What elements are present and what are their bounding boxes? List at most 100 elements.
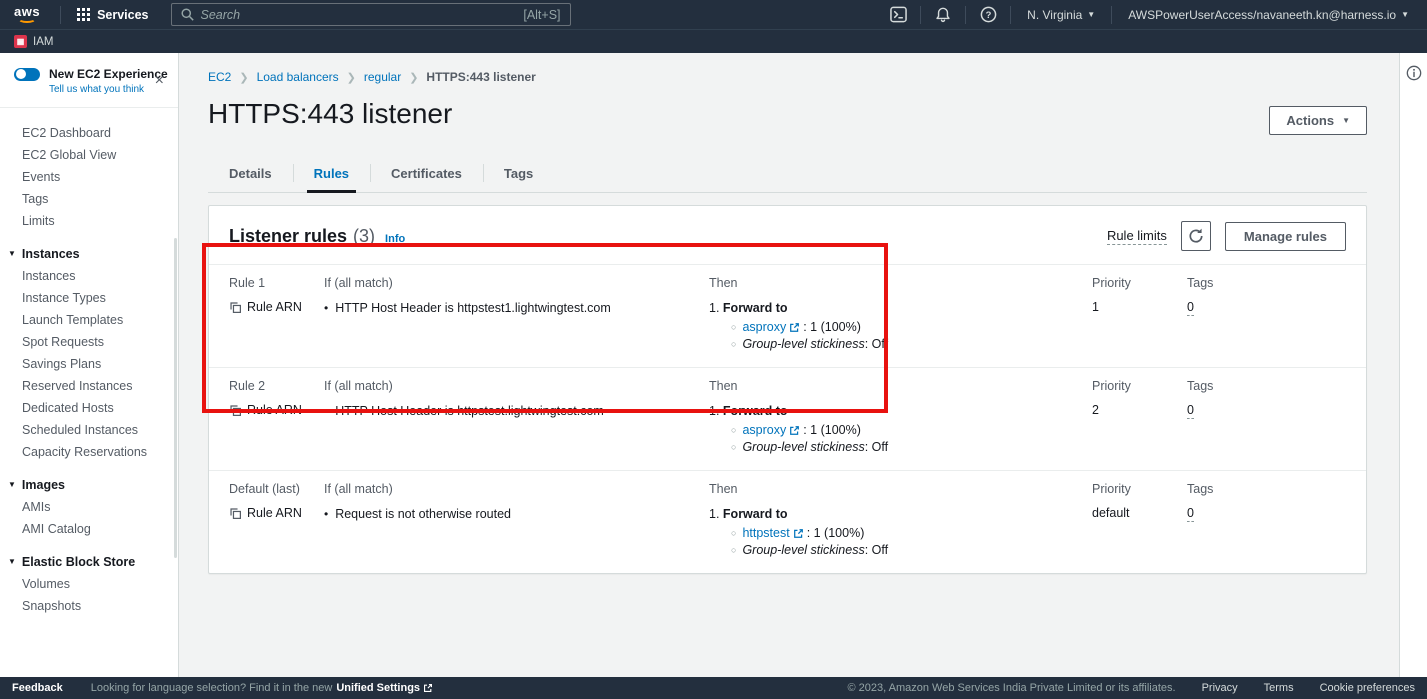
if-column-header: If (all match)	[324, 378, 709, 394]
privacy-link[interactable]: Privacy	[1202, 682, 1238, 694]
refresh-button[interactable]	[1181, 221, 1211, 251]
sidebar-item-snapshots[interactable]: Snapshots	[0, 595, 178, 617]
stickiness-label: Group-level stickiness	[742, 440, 864, 454]
tab-certificates[interactable]: Certificates	[370, 157, 483, 192]
info-link[interactable]: Info	[385, 233, 405, 245]
stickiness-value: : Off	[865, 337, 888, 351]
caret-down-icon: ▼	[8, 479, 16, 491]
search-shortcut-hint: [Alt+S]	[523, 8, 560, 22]
global-search-input[interactable]: Search [Alt+S]	[171, 3, 571, 26]
then-column-header: Then	[709, 481, 1092, 497]
aws-logo-swoosh	[18, 15, 36, 23]
sidebar-item-spot-requests[interactable]: Spot Requests	[0, 331, 178, 353]
sidebar-item-limits[interactable]: Limits	[0, 210, 178, 232]
tell-us-link[interactable]: Tell us what you think	[49, 84, 168, 95]
copy-icon[interactable]	[229, 404, 242, 417]
breadcrumb-regular[interactable]: regular	[364, 70, 401, 84]
priority-value: 2	[1092, 403, 1187, 417]
tags-count-link[interactable]: 0	[1187, 300, 1194, 316]
divider	[1111, 6, 1112, 24]
sidebar-scrollbar[interactable]	[174, 238, 177, 558]
priority-column-header: Priority	[1092, 275, 1187, 291]
sidebar-item-savings-plans[interactable]: Savings Plans	[0, 353, 178, 375]
tab-details[interactable]: Details	[208, 157, 293, 192]
target-group-link[interactable]: asproxy	[742, 319, 800, 335]
copy-icon[interactable]	[229, 507, 242, 520]
caret-down-icon: ▼	[8, 556, 16, 568]
sidebar-item-ec2-dashboard[interactable]: EC2 Dashboard	[0, 122, 178, 144]
favorite-iam-link[interactable]: ▦ IAM	[14, 35, 53, 48]
panel-title: Listener rules	[229, 226, 347, 247]
chevron-down-icon: ▼	[1087, 10, 1095, 19]
then-action: Forward to	[723, 301, 788, 315]
sidebar-item-reserved-instances[interactable]: Reserved Instances	[0, 375, 178, 397]
cloudshell-button[interactable]	[884, 0, 912, 29]
if-column-header: If (all match)	[324, 481, 709, 497]
close-icon[interactable]: ×	[155, 75, 164, 87]
breadcrumb-separator-icon: ❯	[409, 71, 418, 84]
tab-rules[interactable]: Rules	[293, 157, 370, 192]
rule-name: Rule 2	[229, 378, 324, 394]
sidebar-section-images[interactable]: ▼ Images	[0, 473, 178, 496]
services-menu-button[interactable]: Services	[69, 0, 156, 29]
sidebar-item-ec2-global-view[interactable]: EC2 Global View	[0, 144, 178, 166]
rule-arn: Rule ARN	[229, 403, 324, 417]
breadcrumb-separator-icon: ❯	[347, 71, 356, 84]
copy-icon[interactable]	[229, 301, 242, 314]
sidebar-item-volumes[interactable]: Volumes	[0, 573, 178, 595]
actions-button[interactable]: Actions ▼	[1269, 106, 1367, 135]
sidebar-item-instance-types[interactable]: Instance Types	[0, 287, 178, 309]
help-button[interactable]: ?	[974, 0, 1002, 29]
info-icon	[1406, 65, 1422, 81]
breadcrumb-ec2[interactable]: EC2	[208, 70, 231, 84]
sidebar-item-tags[interactable]: Tags	[0, 188, 178, 210]
sidebar-section-elastic-block-store[interactable]: ▼ Elastic Block Store	[0, 550, 178, 573]
sidebar-item-instances[interactable]: Instances	[0, 265, 178, 287]
bullet-icon: •	[324, 506, 328, 522]
rule-row-2: Rule 2 Rule ARN If (all match) •HTTP Hos…	[209, 367, 1366, 470]
cloudshell-terminal-icon	[890, 6, 907, 23]
notifications-button[interactable]	[929, 0, 957, 29]
sidebar-item-amis[interactable]: AMIs	[0, 496, 178, 518]
sidebar-section-instances[interactable]: ▼ Instances	[0, 242, 178, 265]
sidebar-item-ami-catalog[interactable]: AMI Catalog	[0, 518, 178, 540]
breadcrumb: EC2 ❯ Load balancers ❯ regular ❯ HTTPS:4…	[180, 53, 1399, 84]
region-selector[interactable]: N. Virginia ▼	[1019, 8, 1103, 22]
sidebar-item-scheduled-instances[interactable]: Scheduled Instances	[0, 419, 178, 441]
favorites-bar: ▦ IAM	[0, 29, 1427, 53]
tags-count-link[interactable]: 0	[1187, 403, 1194, 419]
target-group-link[interactable]: asproxy	[742, 422, 800, 438]
sidebar-nav-list: EC2 Dashboard EC2 Global View Events Tag…	[0, 108, 178, 617]
account-menu[interactable]: AWSPowerUserAccess/navaneeth.kn@harness.…	[1120, 8, 1417, 22]
page-title: HTTPS:443 listener	[208, 98, 452, 130]
ec2-sidebar: New EC2 Experience Tell us what you thin…	[0, 53, 179, 677]
stickiness-label: Group-level stickiness	[742, 337, 864, 351]
divider	[60, 6, 61, 24]
target-group-link[interactable]: httpstest	[742, 525, 803, 541]
search-placeholder: Search	[201, 8, 241, 22]
rule-limits-link[interactable]: Rule limits	[1107, 228, 1167, 245]
unified-settings-link[interactable]: Unified Settings	[336, 682, 433, 694]
sidebar-item-launch-templates[interactable]: Launch Templates	[0, 309, 178, 331]
sidebar-item-capacity-reservations[interactable]: Capacity Reservations	[0, 441, 178, 463]
stickiness-value: : Off	[865, 440, 888, 454]
sidebar-item-events[interactable]: Events	[0, 166, 178, 188]
info-panel-button[interactable]	[1400, 65, 1427, 81]
manage-rules-button[interactable]: Manage rules	[1225, 222, 1346, 251]
chevron-down-icon: ▼	[1342, 116, 1350, 125]
search-icon	[181, 8, 194, 21]
terms-link[interactable]: Terms	[1264, 682, 1294, 694]
feedback-link[interactable]: Feedback	[12, 682, 63, 694]
breadcrumb-load-balancers[interactable]: Load balancers	[257, 70, 339, 84]
tags-column-header: Tags	[1187, 275, 1277, 291]
rule-arn-label: Rule ARN	[247, 403, 302, 417]
tags-count-link[interactable]: 0	[1187, 506, 1194, 522]
cookie-preferences-link[interactable]: Cookie preferences	[1320, 682, 1415, 694]
aws-logo[interactable]: aws	[14, 6, 40, 23]
circle-bullet-icon: ○	[731, 336, 736, 352]
tab-tags[interactable]: Tags	[483, 157, 554, 192]
sidebar-item-dedicated-hosts[interactable]: Dedicated Hosts	[0, 397, 178, 419]
favorite-iam-label: IAM	[33, 36, 53, 48]
step-number: 1.	[709, 301, 719, 315]
new-experience-toggle[interactable]	[14, 68, 40, 81]
